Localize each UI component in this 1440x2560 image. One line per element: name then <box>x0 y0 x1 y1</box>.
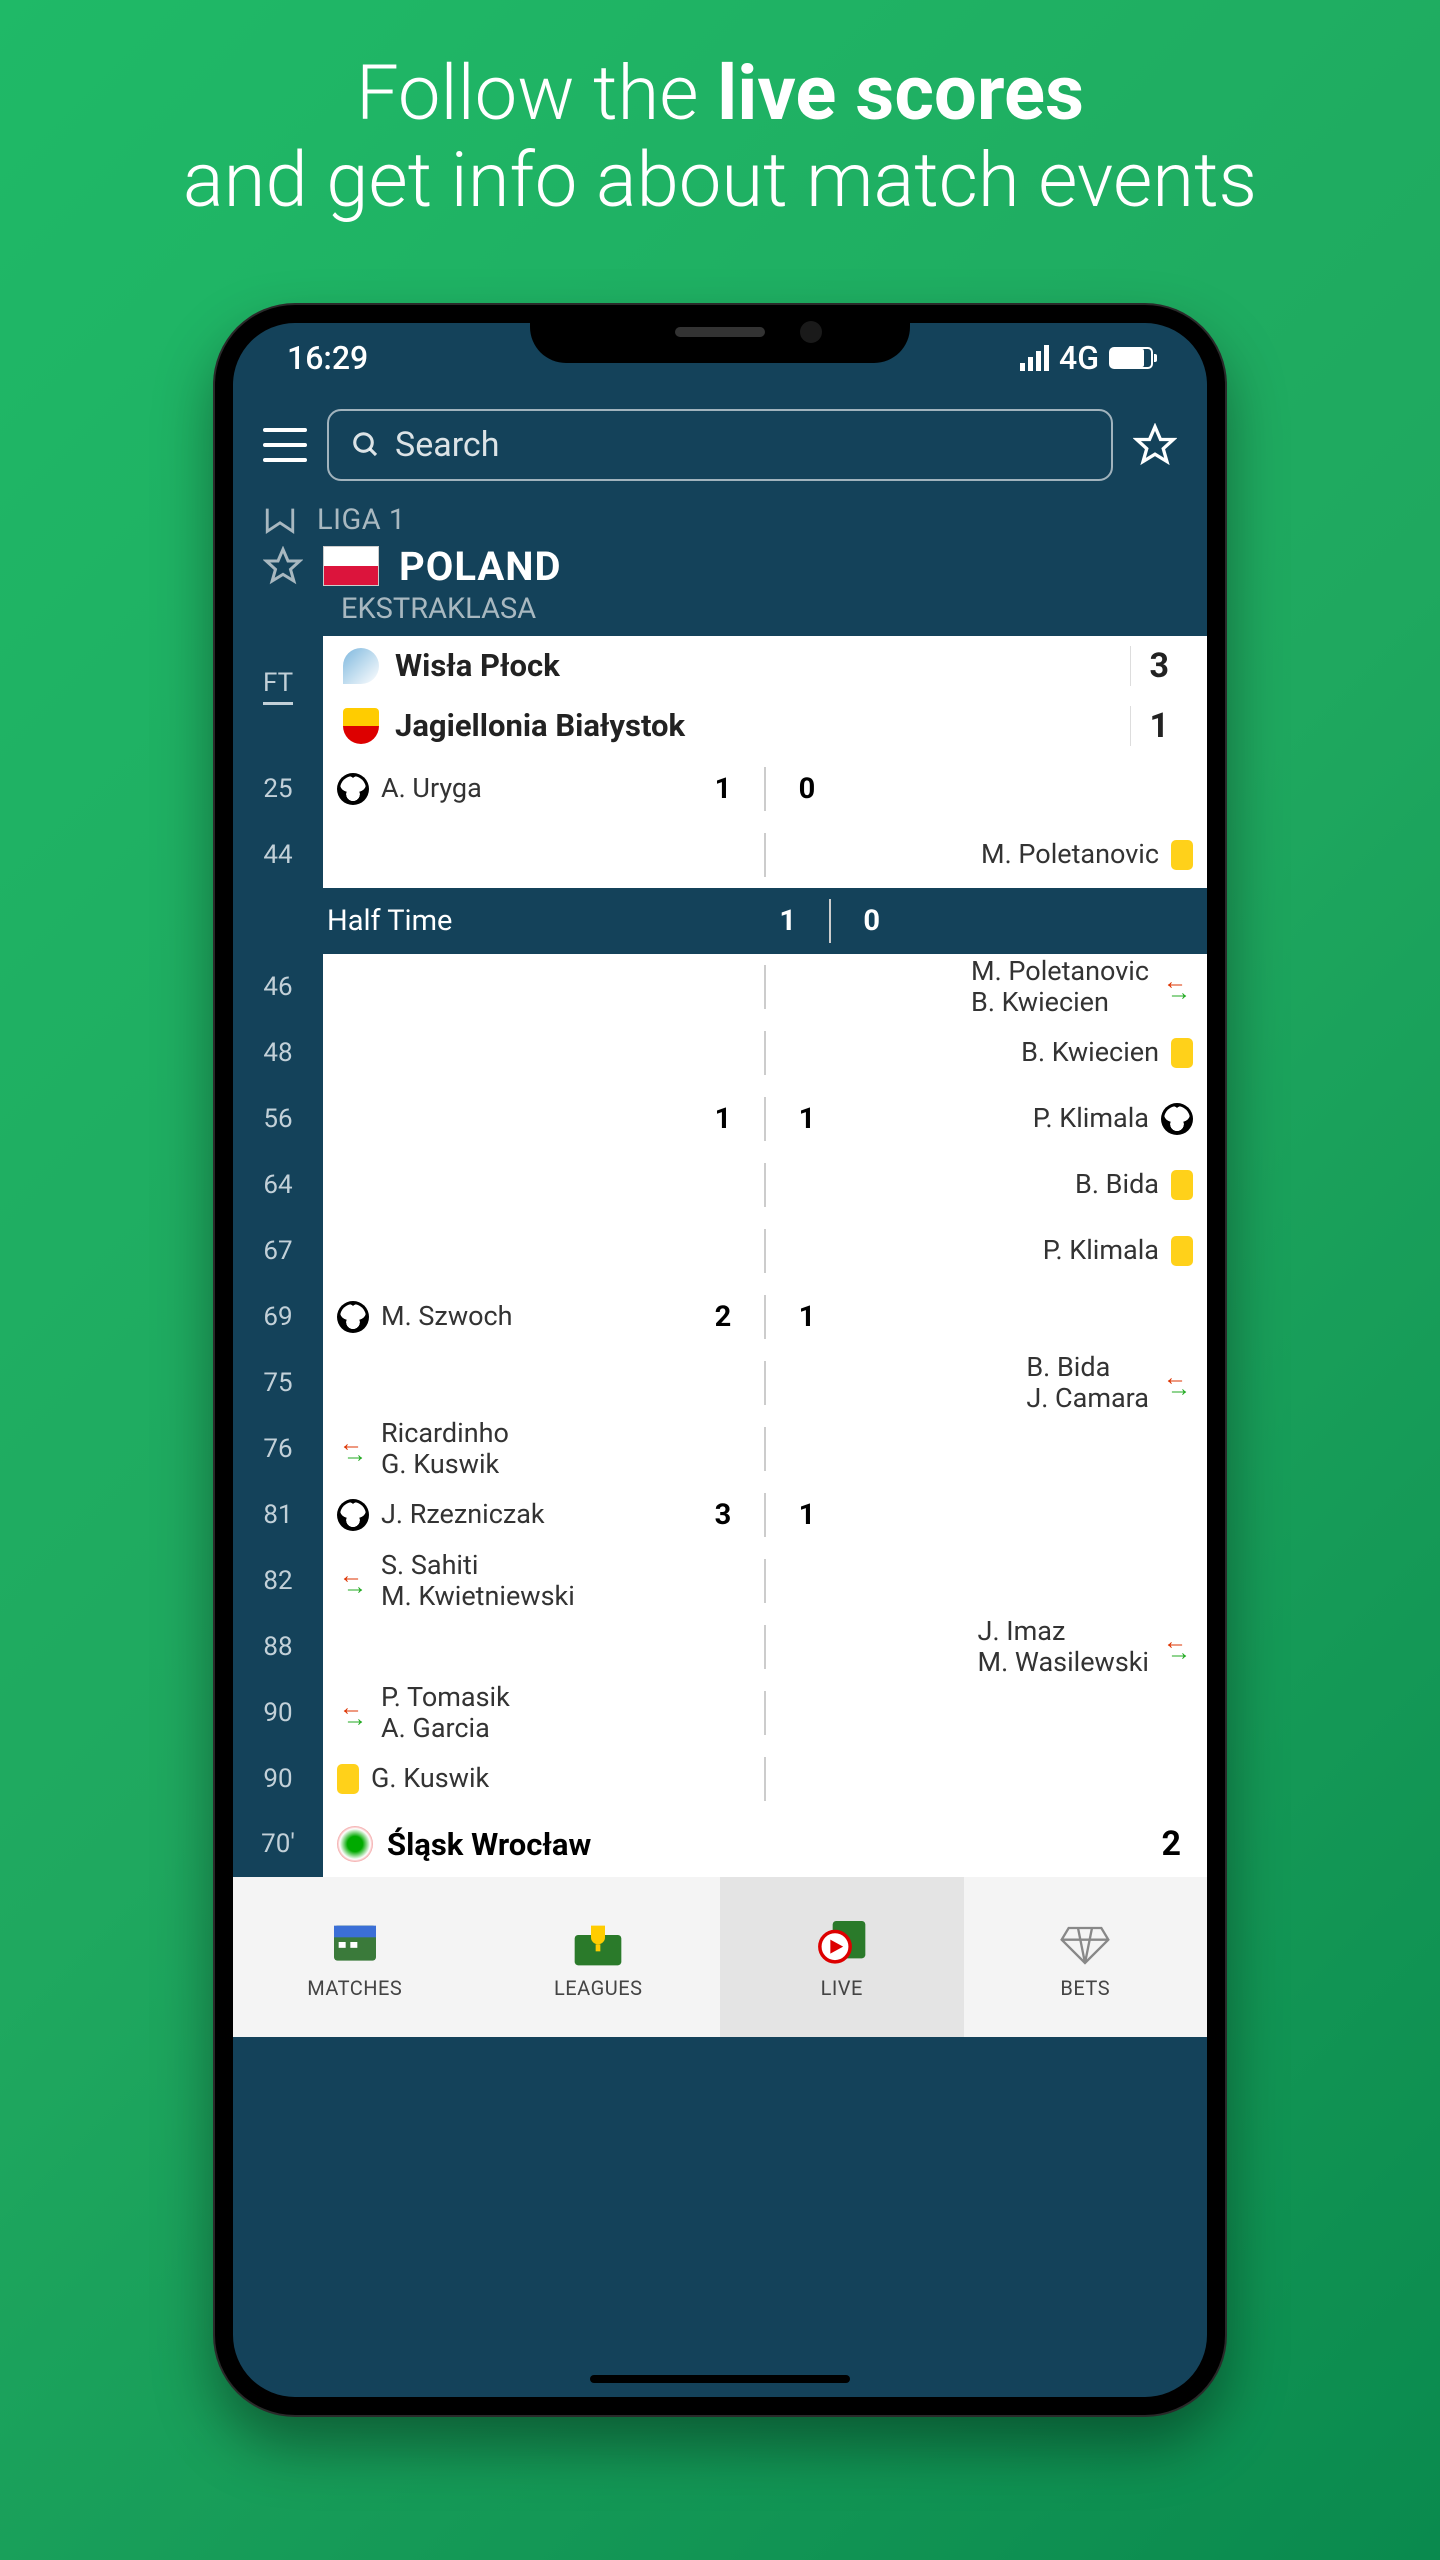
yellow-card-icon <box>1171 1236 1193 1266</box>
event-minute: 90 <box>233 1746 323 1812</box>
favorites-button[interactable] <box>1133 423 1177 467</box>
hero-headline: Follow the live scores and get info abou… <box>143 50 1297 225</box>
league-name: EKSTRAKLASA <box>233 590 1207 636</box>
search-placeholder: Search <box>395 425 499 465</box>
country-name: POLAND <box>399 543 561 590</box>
yellow-card-icon <box>1171 1038 1193 1068</box>
event-row[interactable]: 69 M. Szwoch21 <box>233 1284 1207 1350</box>
event-row[interactable]: 76 RicardinhoG. Kuswik <box>233 1416 1207 1482</box>
nav-label: LIVE <box>821 1976 863 2000</box>
goal-icon <box>1161 1103 1193 1135</box>
yellow-card-icon <box>1171 840 1193 870</box>
event-minute: 82 <box>233 1548 323 1614</box>
event-row[interactable]: 48 B. Kwiecien <box>233 1020 1207 1086</box>
event-row[interactable]: 46 M. PoletanovicB. Kwiecien <box>233 954 1207 1020</box>
event-row[interactable]: 90 P. TomasikA. Garcia <box>233 1680 1207 1746</box>
away-team-name: Jagiellonia Białystok <box>395 707 685 744</box>
prev-league-label: LIGA 1 <box>317 503 406 537</box>
search-icon <box>351 430 381 460</box>
next-match-row[interactable]: 70' Śląsk Wrocław 2 <box>233 1812 1207 1877</box>
event-row[interactable]: 56 11P. Klimala <box>233 1086 1207 1152</box>
event-minute: 75 <box>233 1350 323 1416</box>
team-crest-icon <box>343 648 379 684</box>
goal-icon <box>337 1499 369 1531</box>
phone-frame: 16:29 4G Search LIGA 1 POLAND E <box>215 305 1225 2415</box>
event-row[interactable]: 75 B. BidaJ. Camara <box>233 1350 1207 1416</box>
team-crest-icon <box>337 1826 373 1862</box>
event-minute: 56 <box>233 1086 323 1152</box>
trophy-icon <box>570 1914 626 1970</box>
event-row[interactable]: 67 P. Klimala <box>233 1218 1207 1284</box>
home-indicator[interactable] <box>590 2375 850 2383</box>
match-header[interactable]: Wisła Płock 3 Jagiellonia Białystok 1 <box>233 636 1207 756</box>
substitution-icon <box>1161 971 1193 1003</box>
yellow-card-icon <box>337 1764 359 1794</box>
event-row[interactable]: 25 A. Uryga10 <box>233 756 1207 822</box>
nav-live[interactable]: LIVE <box>720 1877 964 2037</box>
nav-label: LEAGUES <box>554 1976 642 2000</box>
star-icon[interactable] <box>263 546 303 586</box>
event-minute: 48 <box>233 1020 323 1086</box>
team-crest-icon <box>343 708 379 744</box>
nav-label: BETS <box>1060 1976 1110 2000</box>
event-minute: 90 <box>233 1680 323 1746</box>
live-icon <box>814 1914 870 1970</box>
event-row[interactable]: 88 J. ImazM. Wasilewski <box>233 1614 1207 1680</box>
search-input[interactable]: Search <box>327 409 1113 481</box>
signal-icon <box>1020 345 1049 371</box>
bookmark-icon <box>263 505 297 535</box>
next-match-score: 2 <box>1135 1824 1207 1864</box>
event-minute: 64 <box>233 1152 323 1218</box>
goal-icon <box>337 773 369 805</box>
goal-icon <box>337 1301 369 1333</box>
calendar-icon <box>327 1914 383 1970</box>
fulltime-label: FT <box>263 668 293 705</box>
prev-league-row[interactable]: LIGA 1 <box>233 497 1207 543</box>
event-row[interactable]: 81 J. Rzezniczak31 <box>233 1482 1207 1548</box>
substitution-icon <box>337 1697 369 1729</box>
events-list: 25 A. Uryga10 44 M. Poletanovic Half Tim… <box>233 756 1207 1812</box>
substitution-icon <box>337 1565 369 1597</box>
substitution-icon <box>1161 1631 1193 1663</box>
nav-label: MATCHES <box>307 1976 402 2000</box>
flag-icon <box>323 546 379 586</box>
next-match-team: Śląsk Wrocław <box>387 1812 591 1877</box>
event-minute: 81 <box>233 1482 323 1548</box>
nav-leagues[interactable]: LEAGUES <box>477 1877 721 2037</box>
event-row[interactable]: 82 S. SahitiM. Kwietniewski <box>233 1548 1207 1614</box>
event-minute: 76 <box>233 1416 323 1482</box>
event-minute: 69 <box>233 1284 323 1350</box>
bottom-nav: MATCHES LEAGUES LIVE BETS <box>233 1877 1207 2037</box>
network-label: 4G <box>1059 339 1099 377</box>
away-team-score: 1 <box>1130 706 1187 746</box>
menu-button[interactable] <box>263 428 307 462</box>
event-minute: 88 <box>233 1614 323 1680</box>
halftime-row: Half Time 10 <box>233 888 1207 954</box>
yellow-card-icon <box>1171 1170 1193 1200</box>
diamond-icon <box>1057 1914 1113 1970</box>
event-row[interactable]: 44 M. Poletanovic <box>233 822 1207 888</box>
nav-matches[interactable]: MATCHES <box>233 1877 477 2037</box>
event-row[interactable]: 64 B. Bida <box>233 1152 1207 1218</box>
country-row[interactable]: POLAND <box>233 543 1207 590</box>
event-minute: 46 <box>233 954 323 1020</box>
home-team-name: Wisła Płock <box>395 647 560 684</box>
battery-icon <box>1109 347 1153 369</box>
substitution-icon <box>1161 1367 1193 1399</box>
home-team-score: 3 <box>1130 646 1187 686</box>
next-match-minute: 70' <box>233 1812 323 1877</box>
event-minute: 25 <box>233 756 323 822</box>
nav-bets[interactable]: BETS <box>964 1877 1208 2037</box>
event-row[interactable]: 90 G. Kuswik <box>233 1746 1207 1812</box>
event-minute: 44 <box>233 822 323 888</box>
event-minute: 67 <box>233 1218 323 1284</box>
status-time: 16:29 <box>287 339 368 377</box>
substitution-icon <box>337 1433 369 1465</box>
